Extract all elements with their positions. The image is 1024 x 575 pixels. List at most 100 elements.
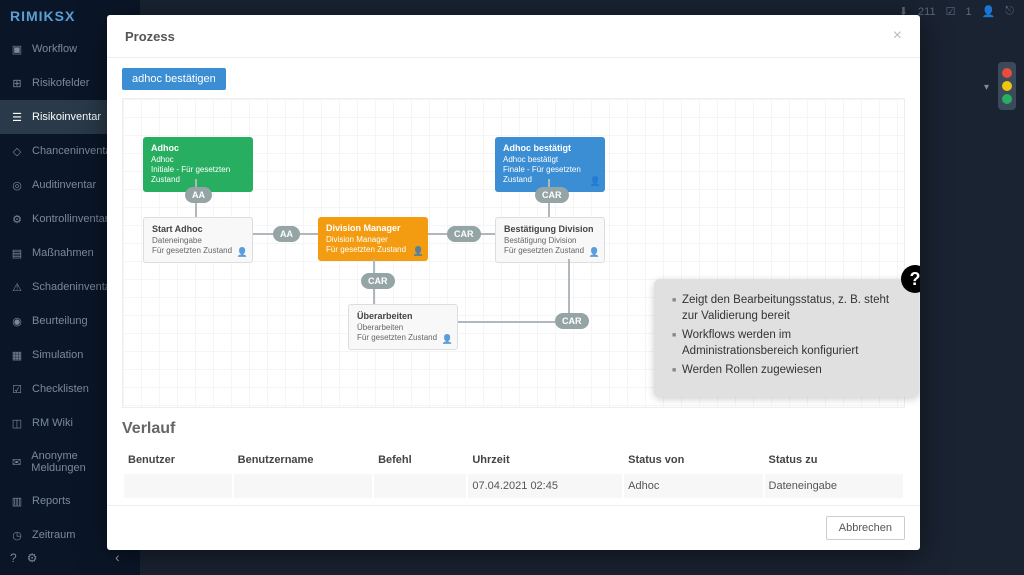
help-item: Zeigt den Bearbeitungsstatus, z. B. steh… — [672, 293, 901, 324]
count-badge: 211 — [918, 6, 936, 18]
node-sub2: Für gesetzten Zustand — [504, 246, 596, 256]
node-bestaetigung-division[interactable]: Bestätigung Division Bestätigung Divisio… — [495, 217, 605, 263]
person-icon: 👤 — [237, 247, 248, 259]
dropdown-caret-icon[interactable]: ▾ — [984, 82, 989, 93]
col-befehl: Befehl — [374, 448, 466, 472]
process-modal: Prozess × adhoc bestätigen Adhoc Adhoc I… — [107, 15, 920, 550]
node-sub2: Initiale - Für gesetzten Zustand — [151, 165, 245, 186]
sidebar-item-label: Risikoinventar — [32, 111, 101, 123]
sidebar-item-label: Risikofelder — [32, 77, 89, 89]
traffic-light-panel — [998, 62, 1016, 110]
audit-icon: ◎ — [10, 178, 24, 192]
time-icon: ◷ — [10, 528, 24, 542]
edge-label-car: CAR — [361, 273, 395, 289]
person-icon: 👤 — [442, 334, 453, 346]
node-division-manager[interactable]: Division Manager Division Manager Für ge… — [318, 217, 428, 261]
edge-label-aa: AA — [185, 187, 212, 203]
cell-username — [234, 474, 372, 498]
node-adhoc[interactable]: Adhoc Adhoc Initiale - Für gesetzten Zus… — [143, 137, 253, 192]
help-icon[interactable]: ? — [10, 551, 17, 565]
sidebar-item-label: Zeitraum — [32, 529, 75, 541]
cancel-button[interactable]: Abbrechen — [826, 516, 905, 540]
modal-header: Prozess × — [107, 15, 920, 58]
node-sub1: Division Manager — [326, 235, 420, 245]
edge-label-car: CAR — [447, 226, 481, 242]
close-icon[interactable]: × — [893, 27, 902, 45]
person-icon: 👤 — [589, 247, 600, 259]
sidebar-item-label: Workflow — [32, 43, 77, 55]
node-title: Bestätigung Division — [504, 224, 596, 236]
node-sub1: Bestätigung Division — [504, 236, 596, 246]
node-sub2: Finale - Für gesetzten Zustand — [503, 165, 597, 186]
inventory-icon: ☰ — [10, 110, 24, 124]
logout-icon[interactable]: ⎋ — [1005, 5, 1014, 18]
check-icon[interactable]: ☑ — [946, 5, 956, 18]
sidebar-item-label: Chanceninventar — [32, 145, 115, 157]
sidebar-item-label: Auditinventar — [32, 179, 96, 191]
cell-von: Adhoc — [624, 474, 762, 498]
edge-line — [458, 321, 568, 323]
assess-icon: ◉ — [10, 314, 24, 328]
node-sub2: Für gesetzten Zustand — [357, 333, 449, 343]
node-title: Überarbeiten — [357, 311, 449, 323]
chance-icon: ◇ — [10, 144, 24, 158]
person-icon: 👤 — [413, 246, 424, 258]
help-item: Werden Rollen zugewiesen — [672, 363, 901, 379]
col-uhrzeit: Uhrzeit — [468, 448, 622, 472]
sidebar-item-label: Kontrollinventar — [32, 213, 108, 225]
cell-zu: Dateneingabe — [765, 474, 903, 498]
sidebar-item-label: RM Wiki — [32, 417, 73, 429]
node-sub2: Für gesetzten Zustand — [326, 245, 420, 255]
wiki-icon: ◫ — [10, 416, 24, 430]
gear-icon[interactable]: ⚙ — [27, 551, 38, 565]
col-status-von: Status von — [624, 448, 762, 472]
workflow-diagram: Adhoc Adhoc Initiale - Für gesetzten Zus… — [122, 98, 905, 408]
col-benutzername: Benutzername — [234, 448, 372, 472]
edge-label-car: CAR — [555, 313, 589, 329]
chevron-left-icon[interactable]: ‹ — [115, 549, 120, 565]
modal-title: Prozess — [125, 29, 175, 44]
node-ueberarbeiten[interactable]: Überarbeiten Überarbeiten Für gesetzten … — [348, 304, 458, 350]
node-title: Adhoc bestätigt — [503, 143, 597, 155]
sidebar-item-label: Maßnahmen — [32, 247, 94, 259]
damage-icon: ⚠ — [10, 280, 24, 294]
control-icon: ⚙ — [10, 212, 24, 226]
node-title: Adhoc — [151, 143, 245, 155]
traffic-red-icon — [1002, 68, 1012, 78]
modal-body: adhoc bestätigen Adhoc Adhoc Initiale - … — [107, 58, 920, 505]
sim-icon: ▦ — [10, 348, 24, 362]
traffic-green-icon — [1002, 94, 1012, 104]
anon-icon: ✉ — [10, 455, 23, 469]
node-start-adhoc[interactable]: Start Adhoc Dateneingabe Für gesetzten Z… — [143, 217, 253, 263]
edge-label-car: CAR — [535, 187, 569, 203]
modal-footer: Abbrechen — [107, 505, 920, 550]
node-title: Division Manager — [326, 223, 420, 235]
grid-icon: ⊞ — [10, 76, 24, 90]
check-count: 1 — [965, 6, 971, 18]
adhoc-confirm-button[interactable]: adhoc bestätigen — [122, 68, 226, 90]
help-question-icon[interactable]: ? — [901, 265, 920, 293]
verlauf-heading: Verlauf — [122, 420, 905, 438]
workflow-icon: ▣ — [10, 42, 24, 56]
node-adhoc-bestaetigt[interactable]: Adhoc bestätigt Adhoc bestätigt Finale -… — [495, 137, 605, 192]
col-benutzer: Benutzer — [124, 448, 232, 472]
check-icon: ☑ — [10, 382, 24, 396]
node-sub1: Adhoc bestätigt — [503, 155, 597, 165]
table-row: 07.04.2021 02:45 Adhoc Dateneingabe — [124, 474, 903, 498]
help-item: Workflows werden im Administrationsberei… — [672, 328, 901, 359]
col-status-zu: Status zu — [765, 448, 903, 472]
traffic-yellow-icon — [1002, 81, 1012, 91]
sidebar-item-label: Schadeninventar — [32, 281, 115, 293]
report-icon: ▥ — [10, 494, 24, 508]
node-sub2: Für gesetzten Zustand — [152, 246, 244, 256]
sidebar-item-label: Beurteilung — [32, 315, 88, 327]
node-sub1: Adhoc — [151, 155, 245, 165]
node-title: Start Adhoc — [152, 224, 244, 236]
sidebar-item-label: Reports — [32, 495, 71, 507]
edge-label-aa: AA — [273, 226, 300, 242]
person-icon: 👤 — [590, 176, 601, 188]
user-icon[interactable]: 👤 — [982, 5, 996, 18]
node-sub1: Überarbeiten — [357, 323, 449, 333]
sidebar-item-label: Checklisten — [32, 383, 89, 395]
verlauf-table: Benutzer Benutzername Befehl Uhrzeit Sta… — [122, 446, 905, 505]
